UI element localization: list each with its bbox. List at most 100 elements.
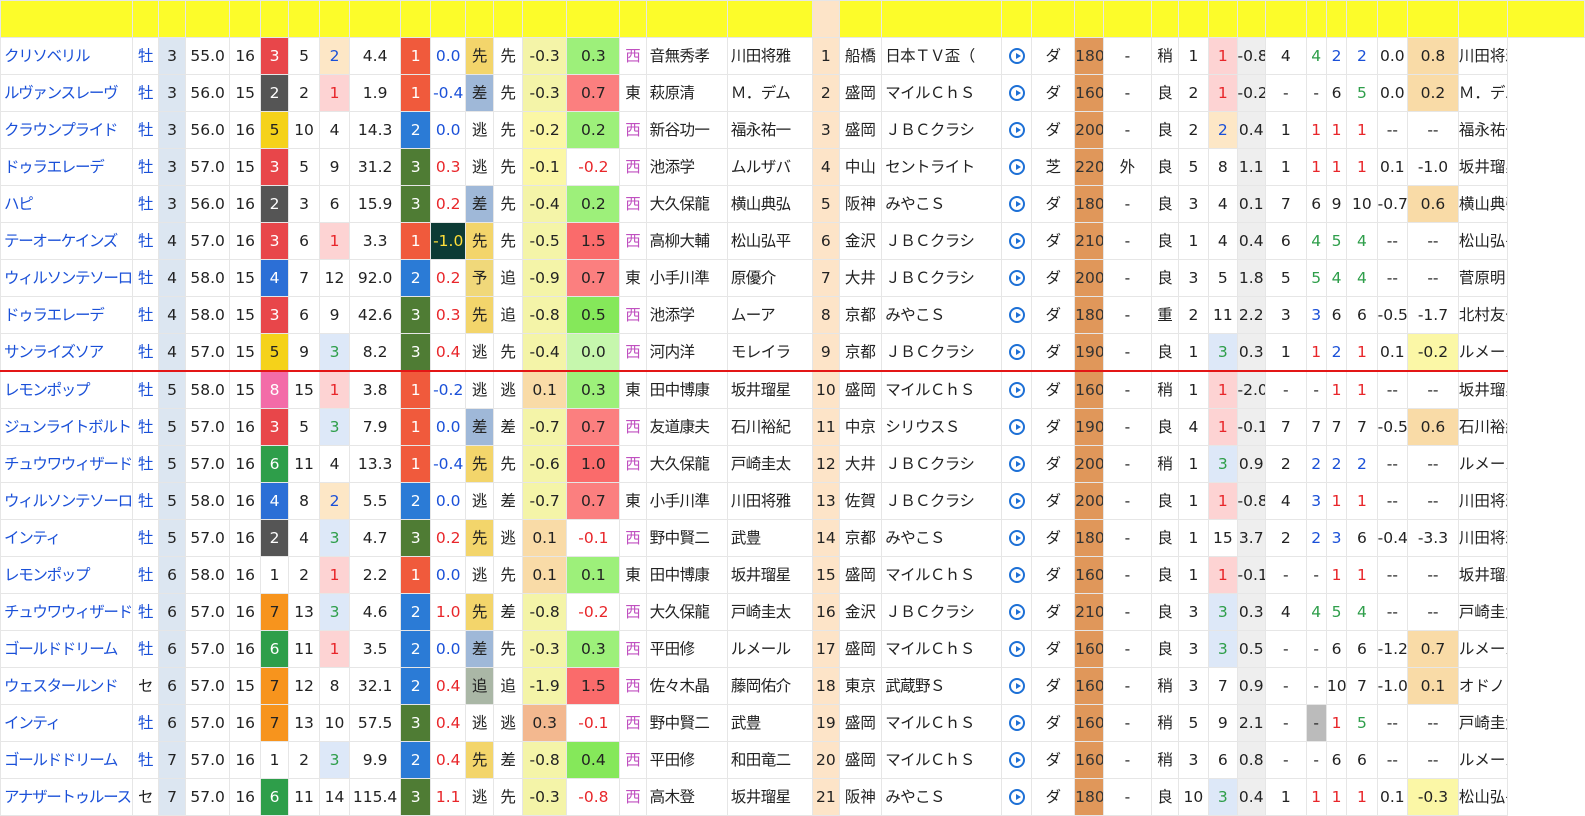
play-cell[interactable] bbox=[1001, 556, 1033, 594]
play-cell[interactable] bbox=[1001, 667, 1033, 705]
table-row[interactable]: ウィルソンテソーロ牡 4 58.0 15 4 7 12 92.0 2 0.2 予追 -0.9 0.7 東小… bbox=[0, 259, 1585, 297]
header-corner2[interactable] bbox=[1325, 0, 1348, 38]
play-icon[interactable] bbox=[1008, 604, 1025, 620]
play-icon[interactable] bbox=[1008, 196, 1025, 212]
header-horse-name[interactable] bbox=[0, 0, 133, 38]
play-icon[interactable] bbox=[1008, 715, 1025, 731]
header-prev-margin[interactable] bbox=[1264, 0, 1307, 38]
table-row[interactable]: チュウワウィザード牡 6 57.0 16 7 13 3 4.6 2 1.0 先差 -0.8 -0.2 西大… bbox=[0, 593, 1585, 631]
play-cell[interactable] bbox=[1001, 630, 1033, 668]
play-cell[interactable] bbox=[1001, 778, 1033, 816]
horse-name-cell[interactable]: アナザートゥルース bbox=[0, 778, 133, 816]
horse-name-cell[interactable]: ウィルソンテソーロ bbox=[0, 259, 133, 297]
header-result[interactable] bbox=[493, 0, 523, 38]
header-jockey[interactable] bbox=[726, 0, 814, 38]
play-cell[interactable] bbox=[1001, 482, 1033, 520]
play-cell[interactable] bbox=[1001, 741, 1033, 779]
table-row[interactable]: ゴールドドリーム牡 7 57.0 16 1 2 3 9.9 2 0.4 先差 -0.8 0.4 西平田修和… bbox=[0, 741, 1585, 779]
play-icon[interactable] bbox=[1008, 789, 1025, 805]
horse-name-cell[interactable]: レモンポップ bbox=[0, 556, 133, 594]
header-outer[interactable] bbox=[1151, 0, 1179, 38]
header-sex[interactable] bbox=[131, 0, 160, 38]
header-finish[interactable] bbox=[399, 0, 432, 38]
header-race-name[interactable] bbox=[881, 0, 1003, 38]
table-row[interactable]: ルヴァンスレーヴ牡 3 56.0 15 2 2 1 1.9 1 -0.4 差先 -0.3 0.7 東萩原清… bbox=[0, 74, 1585, 112]
header-grade[interactable] bbox=[1031, 0, 1076, 38]
play-cell[interactable] bbox=[1001, 296, 1033, 334]
play-icon[interactable] bbox=[1008, 159, 1025, 175]
header-prediction[interactable] bbox=[464, 0, 495, 38]
header-field-size[interactable] bbox=[229, 0, 261, 38]
play-icon[interactable] bbox=[1008, 382, 1025, 398]
play-icon[interactable] bbox=[1008, 344, 1025, 360]
header-prev-jockey[interactable] bbox=[1506, 0, 1585, 38]
play-cell[interactable] bbox=[1001, 370, 1033, 409]
header-trainer[interactable] bbox=[645, 0, 728, 38]
header-distance[interactable] bbox=[1102, 0, 1153, 38]
table-row[interactable]: レモンポップ牡 6 58.0 16 1 2 1 2.2 1 0.0 逃先 0.1 0.1 東田中博康 坂井瑠… bbox=[0, 556, 1585, 594]
horse-name-cell[interactable]: サンライズソア bbox=[0, 333, 133, 372]
horse-name-cell[interactable]: ウィルソンテソーロ bbox=[0, 482, 133, 520]
play-icon[interactable] bbox=[1008, 85, 1025, 101]
horse-name-cell[interactable]: ジュンライトボルト bbox=[0, 408, 133, 446]
horse-name-cell[interactable]: ドゥラエレーデ bbox=[0, 296, 133, 334]
table-row[interactable]: サンライズソア牡 4 57.0 15 5 9 3 8.2 3 0.4 逃先 -0.4 0.0 西河内洋 モレ… bbox=[0, 333, 1585, 372]
header-popularity[interactable] bbox=[318, 0, 351, 38]
header-weight[interactable] bbox=[184, 0, 231, 38]
play-icon[interactable] bbox=[1008, 752, 1025, 768]
table-row[interactable]: ドゥラエレーデ牡 3 57.0 15 3 5 9 31.2 3 0.3 逃先 -0.1 -0.2 西池添学… bbox=[0, 148, 1585, 186]
table-row[interactable]: レモンポップ牡 5 58.0 15 8 15 1 3.8 1 -0.2 逃逃 0.1 0.3 東田中博康坂… bbox=[0, 370, 1585, 409]
table-row[interactable]: クラウンプライド牡 3 56.0 16 5 10 4 14.3 2 0.0 逃先 -0.2 0.2 西新谷… bbox=[0, 111, 1585, 149]
play-cell[interactable] bbox=[1001, 37, 1033, 75]
header-number[interactable] bbox=[288, 0, 320, 38]
horse-name-cell[interactable]: インティ bbox=[0, 704, 133, 742]
play-icon[interactable] bbox=[1008, 270, 1025, 286]
horse-name-cell[interactable]: チュウワウィザード bbox=[0, 593, 133, 631]
play-icon[interactable] bbox=[1008, 48, 1025, 64]
header-corner4[interactable] bbox=[1376, 0, 1409, 38]
header-track[interactable] bbox=[838, 0, 883, 38]
play-cell[interactable] bbox=[1001, 333, 1033, 372]
table-row[interactable]: アナザートゥルースセ 7 57.0 16 6 11 14 115.4 3 1.1 逃先 -0.3 -0.… bbox=[0, 778, 1585, 816]
table-row[interactable]: インティ牡 5 57.0 16 2 4 3 4.7 3 0.2 先逃 0.1 -0.1 西野中賢二 武豊 14… bbox=[0, 519, 1585, 557]
play-icon[interactable] bbox=[1008, 307, 1025, 323]
play-cell[interactable] bbox=[1001, 445, 1033, 483]
play-icon[interactable] bbox=[1008, 493, 1025, 509]
play-icon[interactable] bbox=[1008, 530, 1025, 546]
horse-name-cell[interactable]: ドゥラエレーデ bbox=[0, 148, 133, 186]
play-cell[interactable] bbox=[1001, 408, 1033, 446]
table-row[interactable]: ウェスタールンドセ 6 57.0 15 7 12 8 32.1 2 0.4 追追 -1.9 1.5 西佐々… bbox=[0, 667, 1585, 705]
play-cell[interactable] bbox=[1001, 222, 1033, 260]
table-row[interactable]: ジュンライトボルト牡 5 57.0 16 3 5 3 7.9 1 0.0 差差 -0.7 0.7 西友道康… bbox=[0, 408, 1585, 446]
play-cell[interactable] bbox=[1001, 593, 1033, 631]
header-late-diff[interactable] bbox=[521, 0, 568, 38]
play-icon[interactable] bbox=[1008, 456, 1025, 472]
table-row[interactable]: クリソベリル牡 3 55.0 16 3 5 2 4.4 1 0.0 先先 -0.3 0.3 西音無秀孝 川田… bbox=[0, 37, 1585, 75]
header-surface[interactable] bbox=[1074, 0, 1104, 38]
play-cell[interactable] bbox=[1001, 185, 1033, 223]
header-prev-late-diff[interactable] bbox=[1407, 0, 1459, 38]
horse-name-cell[interactable]: ハピ bbox=[0, 185, 133, 223]
table-row[interactable]: ドゥラエレーデ牡 4 58.0 15 3 6 9 42.6 3 0.3 先追 -0.8 0.5 西池添学ム… bbox=[0, 296, 1585, 334]
header-odds[interactable] bbox=[349, 0, 401, 38]
horse-name-cell[interactable]: ゴールドドリーム bbox=[0, 741, 133, 779]
play-cell[interactable] bbox=[1001, 259, 1033, 297]
play-icon[interactable] bbox=[1008, 122, 1025, 138]
horse-name-cell[interactable]: ゴールドドリーム bbox=[0, 630, 133, 668]
horse-name-cell[interactable]: チュウワウィザード bbox=[0, 445, 133, 483]
horse-name-cell[interactable]: ルヴァンスレーヴ bbox=[0, 74, 133, 112]
horse-name-cell[interactable]: クラウンプライド bbox=[0, 111, 133, 149]
horse-name-cell[interactable]: レモンポップ bbox=[0, 370, 133, 409]
table-row[interactable]: ウィルソンテソーロ牡 5 58.0 16 4 8 2 5.5 2 0.0 逃差 -0.7 0.7 東小手川… bbox=[0, 482, 1585, 520]
play-icon[interactable] bbox=[1008, 233, 1025, 249]
header-corner3[interactable] bbox=[1346, 0, 1378, 38]
play-icon[interactable] bbox=[1008, 641, 1025, 657]
header-frame[interactable] bbox=[259, 0, 290, 38]
table-row[interactable]: インティ牡 6 57.0 16 7 13 10 57.5 3 0.4 逃逃 0.3 -0.1 西野中賢二武… bbox=[0, 704, 1585, 742]
header-play[interactable] bbox=[1001, 0, 1033, 38]
play-cell[interactable] bbox=[1001, 148, 1033, 186]
header-margin[interactable] bbox=[430, 0, 466, 38]
header-age[interactable] bbox=[158, 0, 186, 38]
play-icon[interactable] bbox=[1008, 678, 1025, 694]
header-prev-popularity[interactable] bbox=[1208, 0, 1238, 38]
